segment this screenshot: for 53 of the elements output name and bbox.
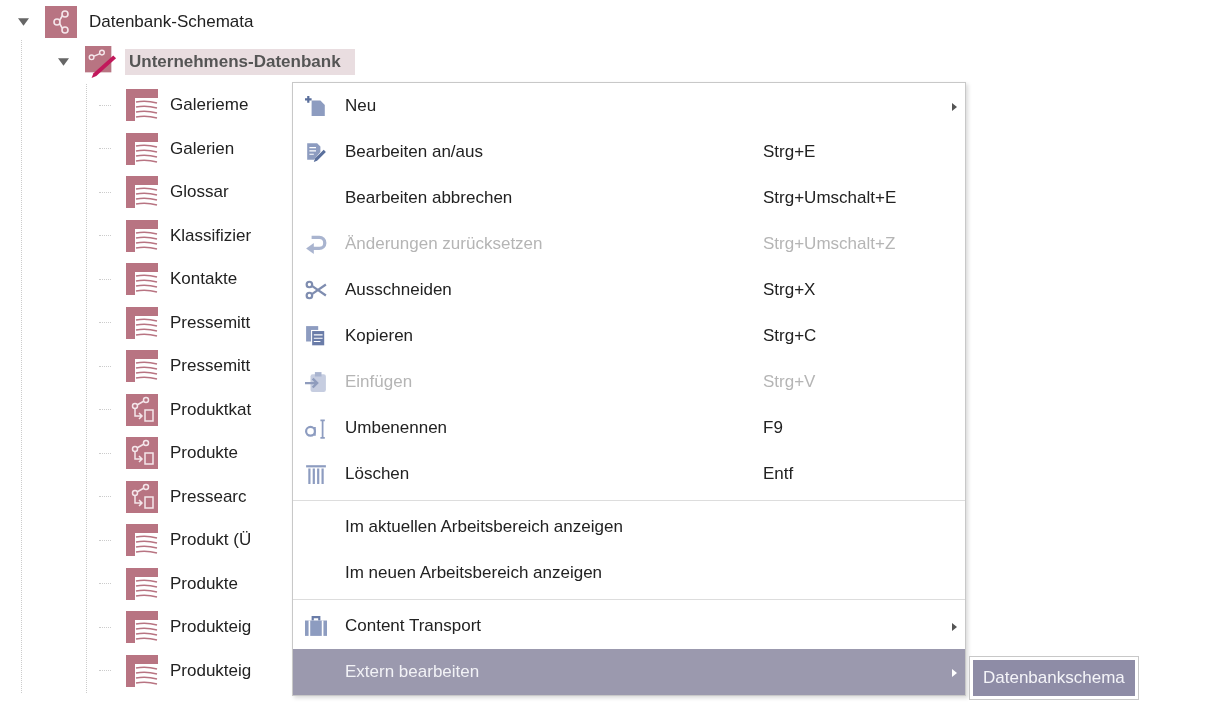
tree-item[interactable]: Galerieme <box>166 92 253 119</box>
tree-item[interactable]: Pressearc <box>166 483 251 510</box>
table-icon <box>126 176 158 209</box>
rename-icon <box>305 417 327 439</box>
expand-arrow-icon[interactable] <box>58 57 69 66</box>
tree-item[interactable]: Datenbank-Schemata <box>85 9 258 35</box>
tree-item[interactable]: Unternehmens-Datenbank <box>125 48 355 75</box>
tree-item[interactable]: Glossar <box>166 179 233 206</box>
menu-item[interactable]: Bearbeiten an/aus Strg+E <box>293 129 965 175</box>
edit-document-icon <box>305 141 327 163</box>
menu-item[interactable]: Bearbeiten abbrechen Strg+Umschalt+E <box>293 175 965 221</box>
tree-item[interactable]: Produkt (Ü <box>166 527 256 554</box>
tree-item[interactable]: Kontakte <box>166 266 242 293</box>
menu-item[interactable]: Content Transport <box>293 603 965 649</box>
tree-item[interactable]: Pressemitt <box>166 309 255 336</box>
menu-item[interactable]: Löschen Entf <box>293 451 965 497</box>
query-icon <box>126 393 158 426</box>
table-icon <box>126 89 158 122</box>
table-icon <box>126 219 158 252</box>
tree-item[interactable]: Produkteig <box>166 657 256 684</box>
query-icon <box>126 437 158 470</box>
table-icon <box>126 132 158 165</box>
menu-item[interactable]: Im aktuellen Arbeitsbereich anzeigen <box>293 504 965 550</box>
schema-icon <box>45 6 77 38</box>
menu-item[interactable]: Ausschneiden Strg+X <box>293 267 965 313</box>
menu-item[interactable]: Im neuen Arbeitsbereich anzeigen <box>293 550 965 596</box>
briefcase-icon <box>305 615 327 637</box>
query-icon <box>126 480 158 513</box>
copy-icon <box>305 325 327 347</box>
table-icon <box>126 524 158 557</box>
schema-edit-icon <box>85 45 117 78</box>
tree-item[interactable]: Galerien <box>166 135 239 162</box>
table-icon <box>126 350 158 383</box>
tree-item[interactable]: Produkte <box>166 570 243 597</box>
tree-item[interactable]: Produkte <box>166 440 243 467</box>
menu-item[interactable]: Umbenennen F9 <box>293 405 965 451</box>
tree-item[interactable]: Pressemitt <box>166 353 255 380</box>
table-icon <box>126 263 158 296</box>
menu-item[interactable]: Neu <box>293 83 965 129</box>
undo-icon <box>305 233 327 255</box>
tree-item[interactable]: Klassifizier <box>166 222 256 249</box>
tree-item[interactable]: Produktkat <box>166 396 256 423</box>
scissors-icon <box>305 279 327 301</box>
table-icon <box>126 567 158 600</box>
menu-item[interactable]: Kopieren Strg+C <box>293 313 965 359</box>
trash-icon <box>305 463 327 485</box>
table-icon <box>126 654 158 687</box>
table-icon <box>126 306 158 339</box>
table-icon <box>126 611 158 644</box>
expand-arrow-icon[interactable] <box>18 18 29 26</box>
paste-icon <box>305 371 327 393</box>
tree-item[interactable]: Produkteig <box>166 614 256 641</box>
new-document-icon <box>305 95 327 117</box>
